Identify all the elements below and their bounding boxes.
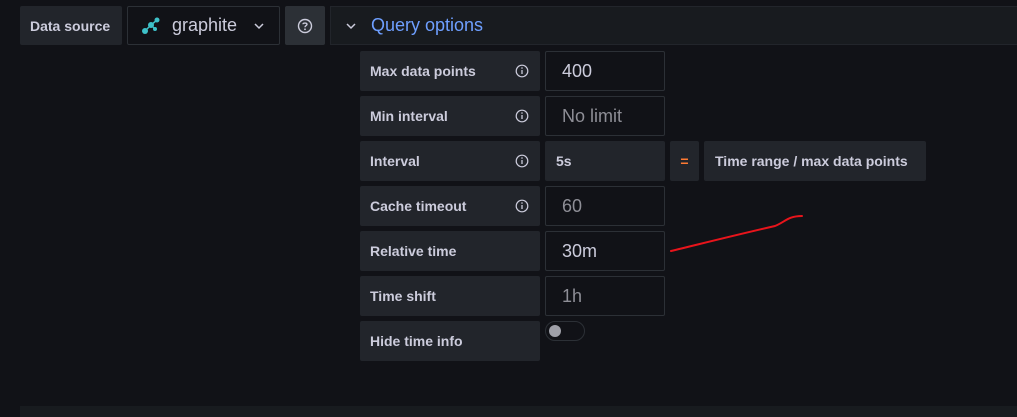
- info-circle-icon[interactable]: [515, 109, 529, 123]
- time-shift-label: Time shift: [360, 276, 540, 316]
- max-data-points-input[interactable]: 400: [545, 51, 665, 91]
- info-circle-icon[interactable]: [515, 154, 529, 168]
- hide-time-info-label-text: Hide time info: [370, 333, 463, 349]
- switch-knob: [549, 325, 561, 337]
- max-data-points-value: 400: [562, 60, 593, 81]
- cache-timeout-input[interactable]: 60: [545, 186, 665, 226]
- datasource-picker[interactable]: graphite: [127, 6, 280, 45]
- time-shift-placeholder: 1h: [562, 285, 583, 306]
- cache-timeout-label: Cache timeout: [360, 186, 540, 226]
- interval-equals-sign: =: [670, 141, 699, 181]
- chevron-down-icon: [346, 22, 356, 29]
- graphite-icon: [142, 17, 160, 34]
- max-data-points-label: Max data points: [360, 51, 540, 91]
- relative-time-label: Relative time: [360, 231, 540, 271]
- interval-equals-text: =: [680, 153, 689, 169]
- min-interval-placeholder: No limit: [562, 105, 623, 126]
- chevron-down-icon: [254, 23, 264, 30]
- hide-time-info-switch[interactable]: [545, 321, 585, 341]
- interval-value: 5s: [556, 153, 572, 169]
- datasource-label: Data source: [20, 6, 122, 45]
- interval-value-box: 5s: [545, 141, 665, 181]
- question-circle-icon: [297, 18, 313, 33]
- info-circle-icon[interactable]: [515, 199, 529, 213]
- time-shift-label-text: Time shift: [370, 288, 436, 304]
- interval-formula-text: Time range / max data points: [715, 153, 908, 169]
- interval-formula-box: Time range / max data points: [704, 141, 926, 181]
- interval-label: Interval: [360, 141, 540, 181]
- cache-timeout-placeholder: 60: [562, 195, 583, 216]
- relative-time-input[interactable]: 30m: [545, 231, 665, 271]
- next-panel-edge: [20, 406, 1017, 417]
- query-options-title: Query options: [371, 15, 484, 35]
- datasource-help-button[interactable]: [285, 6, 325, 45]
- info-circle-icon[interactable]: [515, 64, 529, 78]
- min-interval-label: Min interval: [360, 96, 540, 136]
- datasource-selected: graphite: [172, 15, 238, 35]
- query-options-toggle[interactable]: Query options: [330, 6, 1017, 45]
- time-shift-input[interactable]: 1h: [545, 276, 665, 316]
- cache-timeout-label-text: Cache timeout: [370, 198, 467, 214]
- relative-time-value: 30m: [562, 240, 598, 261]
- min-interval-input[interactable]: No limit: [545, 96, 665, 136]
- min-interval-label-text: Min interval: [370, 108, 448, 124]
- interval-label-text: Interval: [370, 153, 420, 169]
- max-data-points-label-text: Max data points: [370, 63, 476, 79]
- relative-time-label-text: Relative time: [370, 243, 457, 259]
- hide-time-info-label: Hide time info: [360, 321, 540, 361]
- datasource-label-text: Data source: [30, 17, 111, 34]
